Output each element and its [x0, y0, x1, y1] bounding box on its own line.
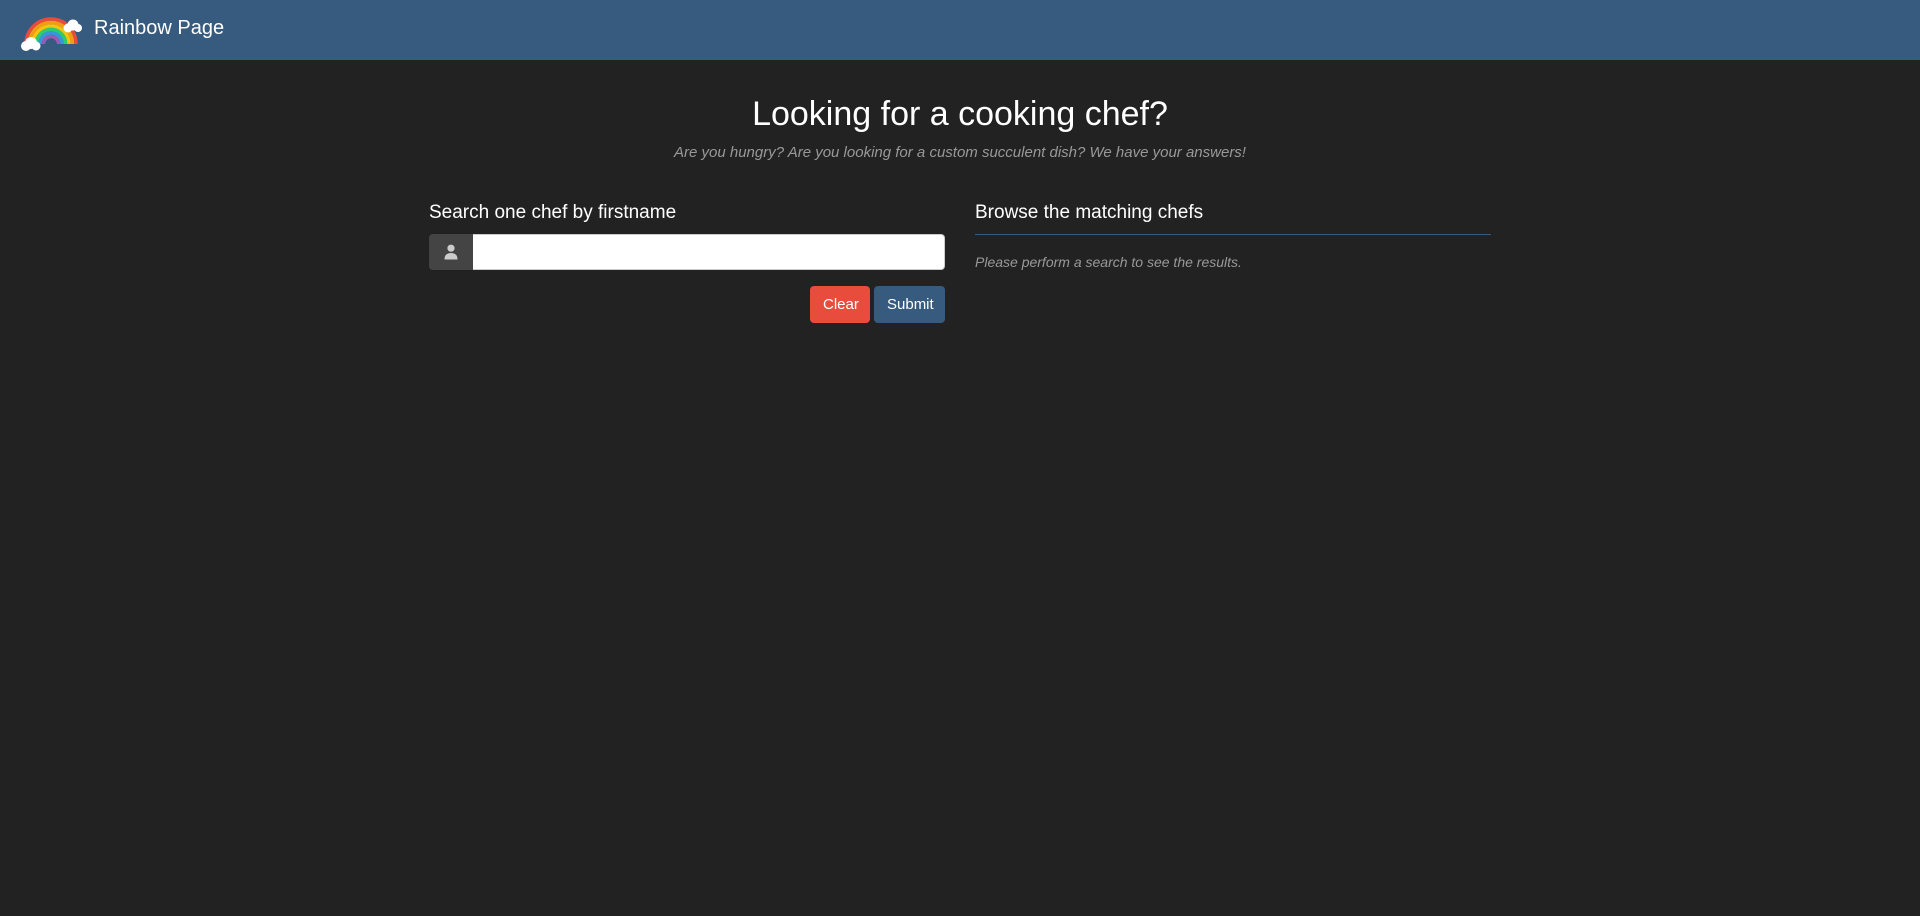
results-heading: Browse the matching chefs — [975, 202, 1204, 223]
results-empty-message: Please perform a search to see the resul… — [975, 254, 1242, 270]
submit-button[interactable]: Submit — [874, 286, 945, 323]
rainbow-icon[interactable] — [20, 8, 82, 52]
page-subtitle: Are you hungry? Are you looking for a cu… — [674, 144, 1246, 161]
navbar: Rainbow Page — [0, 0, 1920, 60]
results-divider — [975, 234, 1491, 235]
brand-name[interactable]: Rainbow Page — [94, 16, 224, 40]
search-heading: Search one chef by firstname — [429, 202, 677, 223]
firstname-search-input[interactable] — [473, 234, 945, 270]
user-icon — [429, 234, 473, 270]
clear-button[interactable]: Clear — [810, 286, 870, 323]
search-input-group — [429, 234, 945, 270]
page-title: Looking for a cooking chef? — [752, 95, 1168, 133]
